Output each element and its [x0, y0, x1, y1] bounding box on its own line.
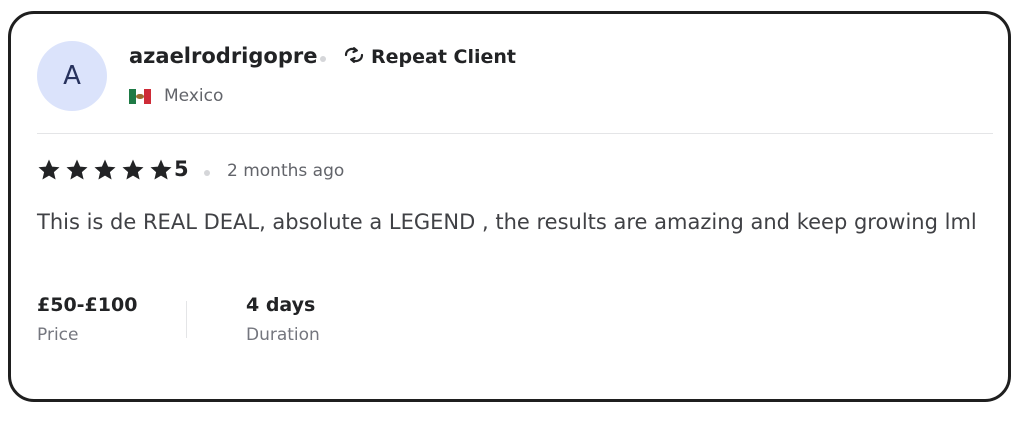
star-icon	[122, 159, 144, 180]
repeat-client-badge: Repeat Client	[343, 45, 516, 68]
meta-separator	[186, 301, 187, 338]
review-text: This is de REAL DEAL, absolute a LEGEND …	[37, 210, 977, 234]
rating-value: 5	[174, 157, 189, 181]
star-icon	[94, 159, 116, 180]
avatar[interactable]: A	[37, 41, 107, 111]
review-date: 2 months ago	[227, 161, 345, 181]
country: Mexico	[129, 86, 223, 106]
username[interactable]: azaelrodrigopre	[129, 44, 317, 68]
separator-dot	[204, 170, 210, 176]
star-icon	[66, 159, 88, 180]
divider	[37, 133, 993, 134]
duration-label: Duration	[246, 325, 320, 345]
duration-value: 4 days	[246, 294, 316, 316]
star-rating	[37, 158, 173, 182]
repeat-icon	[343, 45, 365, 68]
repeat-client-label: Repeat Client	[371, 45, 516, 68]
star-icon	[38, 159, 60, 180]
star-icon	[150, 159, 172, 180]
price-label: Price	[37, 325, 79, 345]
price-value: £50-£100	[37, 294, 138, 316]
separator-dot	[320, 56, 326, 62]
country-name: Mexico	[164, 86, 224, 106]
mexico-flag-icon	[129, 88, 151, 104]
review-card: A azaelrodrigopre Repeat Client Mexico 5…	[8, 11, 1011, 402]
